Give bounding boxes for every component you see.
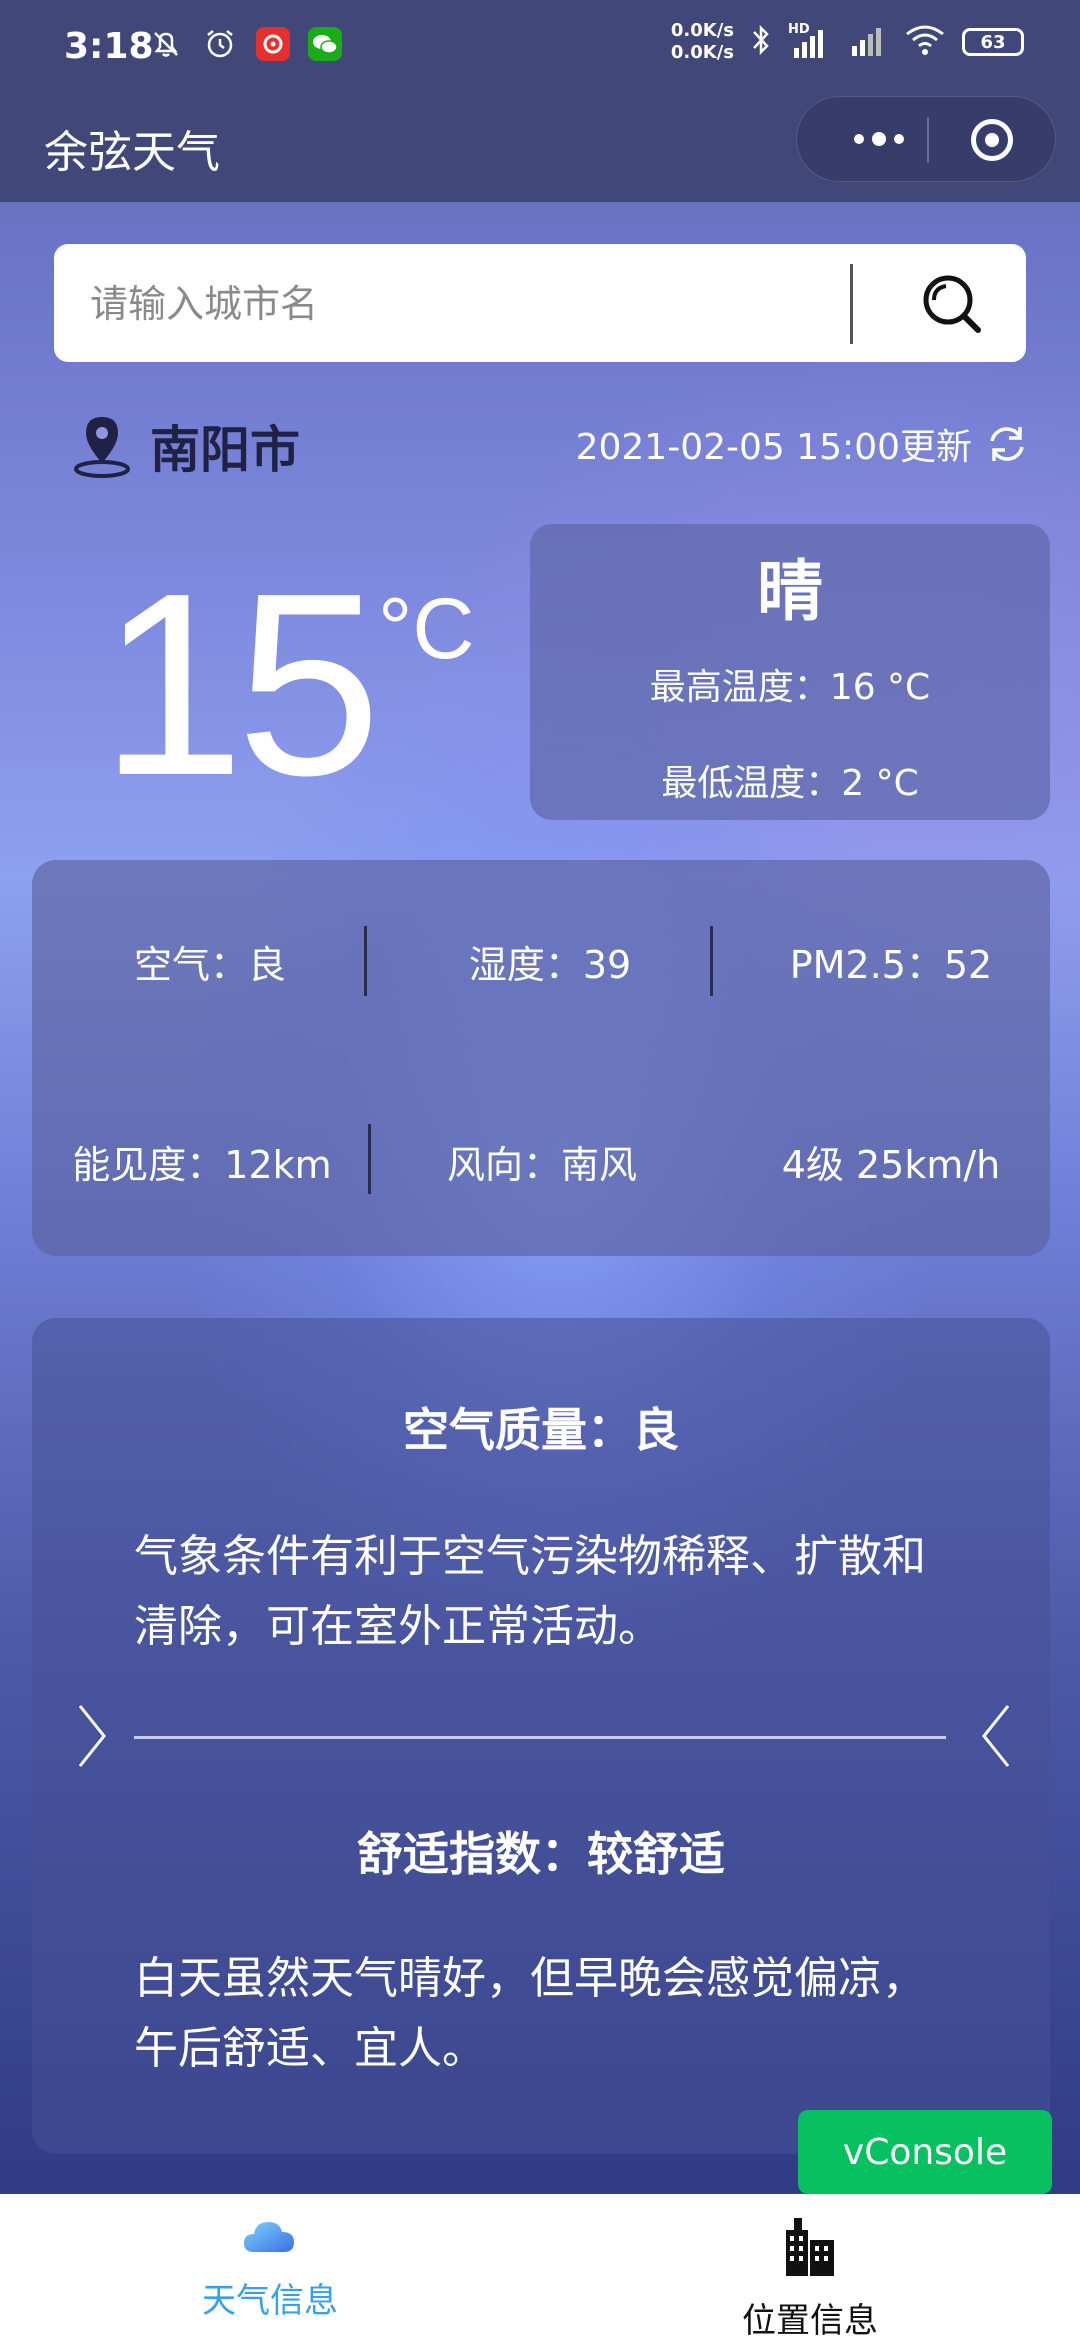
city-search-input[interactable] (88, 272, 872, 336)
high-temperature: 最高温度：16 °C (649, 667, 931, 708)
weather-condition: 晴 (757, 553, 823, 630)
buildings-icon (786, 2218, 834, 2276)
mute-bell-icon (148, 26, 184, 62)
detail-divider (710, 926, 713, 996)
signal-icon (848, 22, 888, 62)
temperature-unit: °C (378, 581, 475, 677)
life-index-carousel: 空气质量：良 气象条件有利于空气污染物稀释、扩散和清除，可在室外正常活动。 舒适… (32, 1318, 1050, 2154)
app-title: 余弦天气 (44, 127, 220, 178)
network-speed: 0.0K/s 0.0K/s (671, 20, 734, 64)
wechat-app-icon (308, 27, 342, 61)
refresh-icon[interactable] (984, 421, 1030, 467)
status-bar: 3:18 0.0K/s 0.0K/s HD 63 (0, 0, 1080, 96)
wind-direction-value: 风向：南风 (446, 1143, 637, 1187)
alarm-icon (202, 26, 238, 62)
music-app-icon (256, 27, 290, 61)
weather-details-card: 空气：良 湿度：39 PM2.5：52 能见度：12km 风向：南风 4级 25… (32, 860, 1050, 1256)
close-target-icon[interactable] (971, 119, 1013, 161)
current-temperature: 15 (100, 540, 381, 830)
battery-level: 63 (980, 31, 1006, 53)
index-description: 白天虽然天气晴好，但早晚会感觉偏凉，午后舒适、宜人。 (134, 1953, 926, 2074)
low-temperature: 最低温度：2 °C (661, 763, 919, 804)
signal-hd-icon: HD (788, 22, 832, 60)
condition-card: 晴 最高温度：16 °C 最低温度：2 °C (530, 524, 1050, 820)
chevron-right-icon[interactable] (72, 1696, 112, 1776)
mini-program-capsule (796, 96, 1056, 182)
index-title: 舒适指数：较舒适 (357, 1827, 725, 1881)
battery-icon: 63 (962, 28, 1024, 56)
tab-weather-info[interactable]: 天气信息 (120, 2212, 420, 2322)
search-button[interactable] (914, 266, 990, 342)
update-time: 2021-02-05 15:00更新 (575, 427, 972, 468)
capsule-divider (927, 117, 929, 163)
chevron-left-icon[interactable] (976, 1696, 1016, 1776)
visibility-value: 能见度：12km (72, 1143, 332, 1187)
index-title: 空气质量：良 (403, 1403, 679, 1457)
location-row: 南阳市 (72, 410, 300, 482)
search-bar (54, 244, 1026, 362)
navigation-bar: 余弦天气 (0, 96, 1080, 202)
detail-divider (364, 926, 367, 996)
humidity-value: 湿度：39 (468, 943, 632, 987)
bluetooth-icon (750, 22, 772, 62)
status-time: 3:18 (64, 26, 154, 67)
more-menu-icon[interactable] (835, 119, 923, 159)
tab-label: 天气信息 (202, 2281, 338, 2321)
air-quality-value: 空气：良 (133, 943, 286, 987)
search-divider (850, 264, 853, 344)
net-up: 0.0K/s (670, 20, 734, 41)
status-icons-left (148, 26, 342, 62)
wind-speed-value: 4级 25km/h (781, 1143, 1001, 1187)
update-info: 2021-02-05 15:00更新 (576, 418, 1030, 470)
vconsole-button[interactable]: vConsole (798, 2110, 1052, 2194)
index-description: 气象条件有利于空气污染物稀释、扩散和清除，可在室外正常活动。 (134, 1531, 926, 1652)
search-icon (923, 275, 981, 333)
location-pin-icon (74, 417, 130, 478)
pm25-value: PM2.5：52 (789, 943, 993, 987)
tab-bar: 天气信息 位置信息 (0, 2194, 1080, 2340)
detail-divider (368, 1124, 371, 1194)
city-name: 南阳市 (150, 421, 300, 479)
cloud-icon (244, 2222, 294, 2252)
wifi-icon (904, 22, 946, 62)
net-down: 0.0K/s (670, 42, 734, 63)
tab-location-info[interactable]: 位置信息 (660, 2212, 960, 2340)
status-icons-right: 0.0K/s 0.0K/s HD 63 (671, 20, 1024, 64)
tab-label: 位置信息 (742, 2301, 878, 2340)
index-separator (134, 1736, 946, 1739)
